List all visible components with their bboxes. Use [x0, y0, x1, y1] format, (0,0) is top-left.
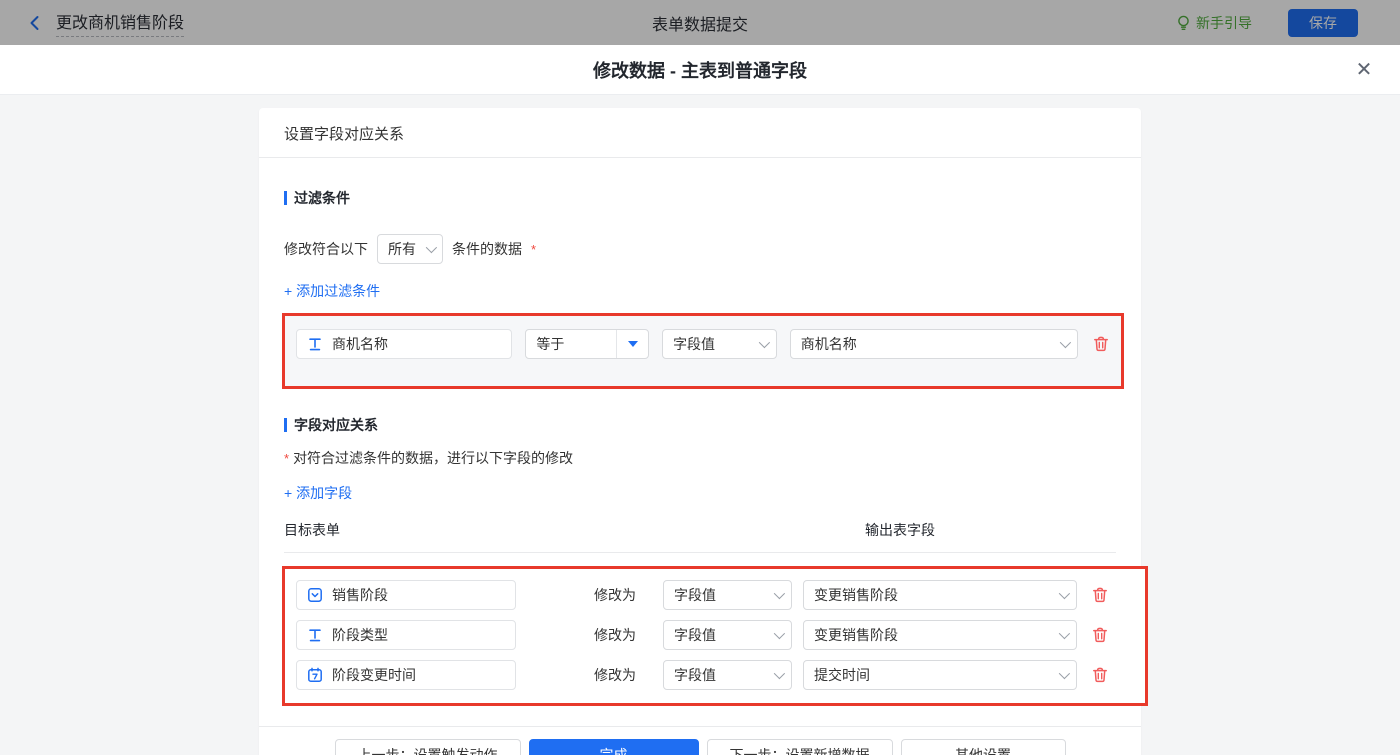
filter-operator-select[interactable]: 等于 [525, 329, 650, 359]
filter-value-type-select[interactable]: 字段值 [662, 329, 777, 359]
condition-line: 修改符合以下 所有 条件的数据 * [284, 234, 1116, 264]
output-field-select[interactable]: 变更销售阶段 [803, 580, 1077, 610]
mapping-column-headers: 目标表单 输出表字段 [284, 520, 1116, 553]
output-field-select[interactable]: 变更销售阶段 [803, 620, 1077, 650]
chevron-down-icon [1059, 336, 1072, 349]
topbar-dim-overlay [0, 0, 1400, 45]
value-type-select[interactable]: 字段值 [663, 660, 792, 690]
add-filter-condition-link[interactable]: + 添加过滤条件 [284, 281, 380, 301]
target-field-input[interactable]: 阶段变更时间 [296, 660, 516, 690]
target-field-input[interactable]: 阶段类型 [296, 620, 516, 650]
close-icon[interactable]: ✕ [1352, 58, 1376, 82]
modify-to-label: 修改为 [594, 627, 636, 643]
next-step-button[interactable]: 下一步：设置新增数据 [706, 738, 893, 755]
trash-icon [1093, 587, 1107, 603]
filter-row: 商机名称 等于 字段值 商机名称 [296, 329, 1110, 359]
other-settings-button[interactable]: 其他设置 [900, 738, 1066, 755]
delete-mapping-row-button[interactable] [1091, 586, 1109, 604]
col-target-form: 目标表单 [284, 522, 340, 538]
chevron-down-icon [1058, 627, 1071, 640]
required-asterisk: * [284, 451, 290, 466]
condition-match-select[interactable]: 所有 [377, 234, 443, 264]
condition-prefix: 修改符合以下 [284, 241, 368, 257]
prev-step-button[interactable]: 上一步：设置触发动作 [334, 738, 521, 755]
value-type-select[interactable]: 字段值 [663, 620, 792, 650]
section-bar [284, 418, 287, 432]
target-field-label: 销售阶段 [332, 587, 388, 603]
mapping-row: 阶段变更时间 修改为 字段值 提交时间 [296, 660, 1134, 690]
chevron-down-icon [773, 627, 786, 640]
chevron-down-icon [1058, 587, 1071, 600]
filter-section-title: 过滤条件 [284, 188, 1116, 208]
dialog-body: 设置字段对应关系 过滤条件 修改符合以下 所有 条件的数据 * + 添加过滤条件… [0, 95, 1400, 755]
modify-to-label: 修改为 [594, 667, 636, 683]
caret-down-icon [627, 341, 638, 347]
trash-icon [1093, 627, 1107, 643]
mapping-row: 阶段类型 修改为 字段值 变更销售阶段 [296, 620, 1134, 650]
delete-mapping-row-button[interactable] [1091, 626, 1109, 644]
dialog-header: 修改数据 - 主表到普通字段 ✕ [0, 45, 1400, 95]
chevron-down-icon [773, 667, 786, 680]
date-field-icon [308, 667, 322, 682]
trash-icon [1093, 667, 1107, 683]
trash-icon [1094, 336, 1108, 352]
done-button[interactable]: 完成 [528, 738, 699, 755]
mapping-row: 销售阶段 修改为 字段值 变更销售阶段 [296, 580, 1134, 610]
dialog-title: 修改数据 - 主表到普通字段 [593, 60, 807, 81]
required-asterisk: * [531, 241, 537, 257]
topbar: 表单数据提交 更改商机销售阶段 新手引导 保存 [0, 0, 1400, 45]
condition-suffix: 条件的数据 [452, 241, 522, 257]
card-footer: 上一步：设置触发动作 完成 下一步：设置新增数据 其他设置 [259, 726, 1141, 755]
chevron-down-icon [773, 587, 786, 600]
text-field-icon [309, 629, 321, 642]
mapping-rows-highlight-box: 销售阶段 修改为 字段值 变更销售阶段 阶段类型 修改为 字段值 变更销售阶段 … [282, 566, 1148, 706]
value-type-select[interactable]: 字段值 [663, 580, 792, 610]
chevron-down-icon [425, 241, 438, 254]
target-field-label: 阶段变更时间 [332, 667, 416, 683]
field-mapping-card: 设置字段对应关系 过滤条件 修改符合以下 所有 条件的数据 * + 添加过滤条件… [259, 108, 1148, 755]
text-field-icon [309, 338, 321, 351]
filter-value-select[interactable]: 商机名称 [789, 329, 1078, 359]
filter-field-label: 商机名称 [332, 336, 388, 352]
filter-row-highlight-box: 商机名称 等于 字段值 商机名称 [282, 313, 1124, 389]
chevron-down-icon [1058, 667, 1071, 680]
mapping-description: * 对符合过滤条件的数据，进行以下字段的修改 [284, 450, 574, 466]
output-field-select[interactable]: 提交时间 [803, 660, 1077, 690]
delete-mapping-row-button[interactable] [1091, 666, 1109, 684]
col-output-field: 输出表字段 [865, 522, 935, 538]
mapping-section-title: 字段对应关系 [284, 415, 1116, 435]
operator-caret-button[interactable] [616, 330, 648, 358]
section-bar [284, 191, 287, 205]
delete-filter-row-button[interactable] [1092, 335, 1110, 353]
filter-field-input[interactable]: 商机名称 [296, 329, 513, 359]
target-field-input[interactable]: 销售阶段 [296, 580, 516, 610]
select-field-icon [308, 588, 322, 602]
card-title: 设置字段对应关系 [259, 108, 1141, 158]
add-field-link[interactable]: + 添加字段 [284, 483, 352, 503]
chevron-down-icon [758, 336, 770, 349]
modify-to-label: 修改为 [594, 587, 636, 603]
modify-data-dialog: 修改数据 - 主表到普通字段 ✕ 设置字段对应关系 过滤条件 修改符合以下 所有… [0, 45, 1400, 755]
target-field-label: 阶段类型 [332, 627, 388, 643]
